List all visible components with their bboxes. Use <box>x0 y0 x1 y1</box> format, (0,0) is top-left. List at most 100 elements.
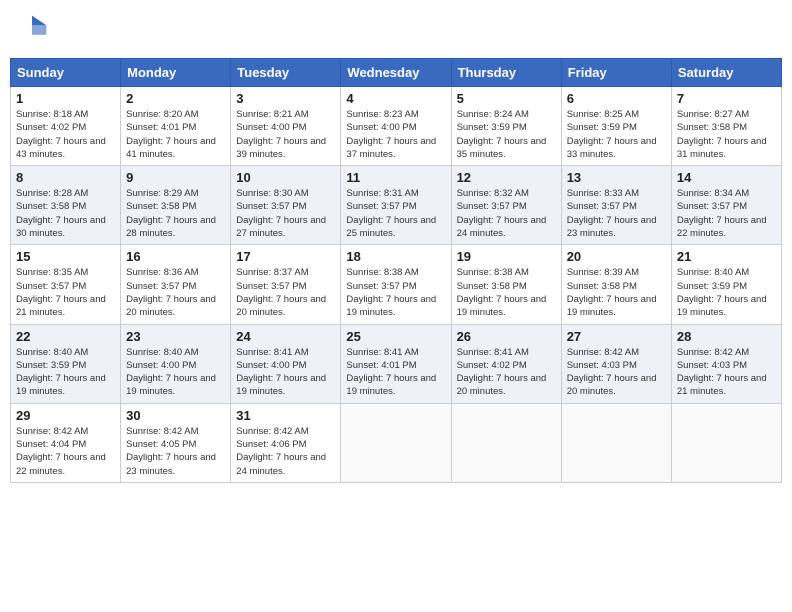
day-cell-11: 11 Sunrise: 8:31 AMSunset: 3:57 PMDayligh… <box>341 166 451 245</box>
day-cell-8: 8 Sunrise: 8:28 AMSunset: 3:58 PMDaylight… <box>11 166 121 245</box>
day-cell-5: 5 Sunrise: 8:24 AMSunset: 3:59 PMDaylight… <box>451 87 561 166</box>
day-cell-12: 12 Sunrise: 8:32 AMSunset: 3:57 PMDayligh… <box>451 166 561 245</box>
day-info: Sunrise: 8:42 AMSunset: 4:06 PMDaylight:… <box>236 425 335 478</box>
day-number: 17 <box>236 249 335 264</box>
day-info: Sunrise: 8:40 AMSunset: 3:59 PMDaylight:… <box>677 266 776 319</box>
day-cell-26: 26 Sunrise: 8:41 AMSunset: 4:02 PMDayligh… <box>451 324 561 403</box>
day-number: 24 <box>236 329 335 344</box>
day-cell-15: 15Sunrise: 8:35 AMSunset: 3:57 PMDayligh… <box>11 245 121 324</box>
day-cell-10: 10Sunrise: 8:30 AMSunset: 3:57 PMDayligh… <box>231 166 341 245</box>
day-cell-18: 18 Sunrise: 8:38 AMSunset: 3:57 PMDayligh… <box>341 245 451 324</box>
day-number: 30 <box>126 408 225 423</box>
day-info: Sunrise: 8:42 AMSunset: 4:04 PMDaylight:… <box>16 425 115 478</box>
day-cell-7: 7Sunrise: 8:27 AMSunset: 3:58 PMDaylight… <box>671 87 781 166</box>
day-cell-3: 3 Sunrise: 8:21 AMSunset: 4:00 PMDaylight… <box>231 87 341 166</box>
week-row-4: 22 Sunrise: 8:40 AMSunset: 3:59 PMDayligh… <box>11 324 782 403</box>
calendar-table: SundayMondayTuesdayWednesdayThursdayFrid… <box>10 58 782 483</box>
week-row-2: 8 Sunrise: 8:28 AMSunset: 3:58 PMDaylight… <box>11 166 782 245</box>
day-info: Sunrise: 8:27 AMSunset: 3:58 PMDaylight:… <box>677 108 776 161</box>
day-number: 10 <box>236 170 335 185</box>
day-cell-14: 14 Sunrise: 8:34 AMSunset: 3:57 PMDayligh… <box>671 166 781 245</box>
day-cell-4: 4 Sunrise: 8:23 AMSunset: 4:00 PMDaylight… <box>341 87 451 166</box>
col-header-sunday: Sunday <box>11 59 121 87</box>
day-number: 20 <box>567 249 666 264</box>
day-info: Sunrise: 8:21 AMSunset: 4:00 PMDaylight:… <box>236 108 335 161</box>
day-info: Sunrise: 8:41 AMSunset: 4:00 PMDaylight:… <box>236 346 335 399</box>
col-header-friday: Friday <box>561 59 671 87</box>
day-cell-1: 1 Sunrise: 8:18 AMSunset: 4:02 PMDaylight… <box>11 87 121 166</box>
day-cell-2: 2Sunrise: 8:20 AMSunset: 4:01 PMDaylight… <box>121 87 231 166</box>
day-info: Sunrise: 8:42 AMSunset: 4:05 PMDaylight:… <box>126 425 225 478</box>
day-cell-9: 9 Sunrise: 8:29 AMSunset: 3:58 PMDaylight… <box>121 166 231 245</box>
day-info: Sunrise: 8:41 AMSunset: 4:02 PMDaylight:… <box>457 346 556 399</box>
day-info: Sunrise: 8:29 AMSunset: 3:58 PMDaylight:… <box>126 187 225 240</box>
day-number: 8 <box>16 170 115 185</box>
day-number: 11 <box>346 170 445 185</box>
day-info: Sunrise: 8:36 AMSunset: 3:57 PMDaylight:… <box>126 266 225 319</box>
day-info: Sunrise: 8:31 AMSunset: 3:57 PMDaylight:… <box>346 187 445 240</box>
day-number: 22 <box>16 329 115 344</box>
day-number: 5 <box>457 91 556 106</box>
logo-icon <box>16 14 48 46</box>
day-number: 1 <box>16 91 115 106</box>
day-number: 15 <box>16 249 115 264</box>
day-info: Sunrise: 8:42 AMSunset: 4:03 PMDaylight:… <box>677 346 776 399</box>
day-number: 28 <box>677 329 776 344</box>
day-info: Sunrise: 8:18 AMSunset: 4:02 PMDaylight:… <box>16 108 115 161</box>
day-info: Sunrise: 8:23 AMSunset: 4:00 PMDaylight:… <box>346 108 445 161</box>
day-cell-6: 6 Sunrise: 8:25 AMSunset: 3:59 PMDaylight… <box>561 87 671 166</box>
week-row-5: 29 Sunrise: 8:42 AMSunset: 4:04 PMDayligh… <box>11 403 782 482</box>
day-number: 21 <box>677 249 776 264</box>
day-number: 9 <box>126 170 225 185</box>
day-number: 14 <box>677 170 776 185</box>
day-number: 25 <box>346 329 445 344</box>
day-cell-29: 29 Sunrise: 8:42 AMSunset: 4:04 PMDayligh… <box>11 403 121 482</box>
day-number: 29 <box>16 408 115 423</box>
day-cell-16: 16 Sunrise: 8:36 AMSunset: 3:57 PMDayligh… <box>121 245 231 324</box>
day-number: 16 <box>126 249 225 264</box>
day-cell-17: 17Sunrise: 8:37 AMSunset: 3:57 PMDayligh… <box>231 245 341 324</box>
empty-cell <box>561 403 671 482</box>
day-number: 31 <box>236 408 335 423</box>
day-number: 13 <box>567 170 666 185</box>
day-info: Sunrise: 8:38 AMSunset: 3:57 PMDaylight:… <box>346 266 445 319</box>
day-number: 2 <box>126 91 225 106</box>
day-cell-23: 23 Sunrise: 8:40 AMSunset: 4:00 PMDayligh… <box>121 324 231 403</box>
day-cell-27: 27Sunrise: 8:42 AMSunset: 4:03 PMDayligh… <box>561 324 671 403</box>
day-number: 19 <box>457 249 556 264</box>
day-info: Sunrise: 8:32 AMSunset: 3:57 PMDaylight:… <box>457 187 556 240</box>
day-info: Sunrise: 8:33 AMSunset: 3:57 PMDaylight:… <box>567 187 666 240</box>
day-number: 3 <box>236 91 335 106</box>
day-cell-30: 30 Sunrise: 8:42 AMSunset: 4:05 PMDayligh… <box>121 403 231 482</box>
logo <box>16 14 52 46</box>
day-info: Sunrise: 8:28 AMSunset: 3:58 PMDaylight:… <box>16 187 115 240</box>
day-info: Sunrise: 8:38 AMSunset: 3:58 PMDaylight:… <box>457 266 556 319</box>
day-number: 27 <box>567 329 666 344</box>
col-header-saturday: Saturday <box>671 59 781 87</box>
day-cell-22: 22 Sunrise: 8:40 AMSunset: 3:59 PMDayligh… <box>11 324 121 403</box>
day-number: 4 <box>346 91 445 106</box>
day-info: Sunrise: 8:25 AMSunset: 3:59 PMDaylight:… <box>567 108 666 161</box>
col-header-wednesday: Wednesday <box>341 59 451 87</box>
empty-cell <box>451 403 561 482</box>
day-number: 18 <box>346 249 445 264</box>
calendar-body: 1 Sunrise: 8:18 AMSunset: 4:02 PMDaylight… <box>11 87 782 483</box>
day-cell-31: 31 Sunrise: 8:42 AMSunset: 4:06 PMDayligh… <box>231 403 341 482</box>
day-info: Sunrise: 8:24 AMSunset: 3:59 PMDaylight:… <box>457 108 556 161</box>
day-number: 12 <box>457 170 556 185</box>
day-number: 6 <box>567 91 666 106</box>
day-info: Sunrise: 8:39 AMSunset: 3:58 PMDaylight:… <box>567 266 666 319</box>
day-cell-28: 28 Sunrise: 8:42 AMSunset: 4:03 PMDayligh… <box>671 324 781 403</box>
day-number: 26 <box>457 329 556 344</box>
day-cell-19: 19 Sunrise: 8:38 AMSunset: 3:58 PMDayligh… <box>451 245 561 324</box>
day-number: 23 <box>126 329 225 344</box>
empty-cell <box>671 403 781 482</box>
day-info: Sunrise: 8:40 AMSunset: 4:00 PMDaylight:… <box>126 346 225 399</box>
week-row-1: 1 Sunrise: 8:18 AMSunset: 4:02 PMDaylight… <box>11 87 782 166</box>
day-cell-21: 21 Sunrise: 8:40 AMSunset: 3:59 PMDayligh… <box>671 245 781 324</box>
col-header-thursday: Thursday <box>451 59 561 87</box>
day-cell-20: 20 Sunrise: 8:39 AMSunset: 3:58 PMDayligh… <box>561 245 671 324</box>
day-info: Sunrise: 8:34 AMSunset: 3:57 PMDaylight:… <box>677 187 776 240</box>
day-info: Sunrise: 8:40 AMSunset: 3:59 PMDaylight:… <box>16 346 115 399</box>
week-row-3: 15Sunrise: 8:35 AMSunset: 3:57 PMDayligh… <box>11 245 782 324</box>
